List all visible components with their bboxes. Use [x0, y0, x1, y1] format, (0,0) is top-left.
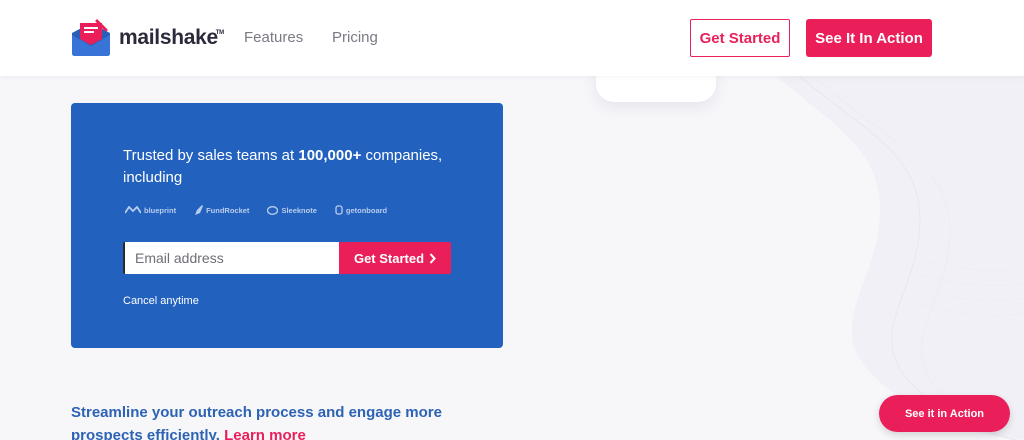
nav-features-link[interactable]: Features: [244, 29, 303, 46]
header-see-it-in-action-button[interactable]: See It In Action: [806, 19, 932, 57]
partner-logos: blueprint FundRocket Sleeknote getonboar…: [125, 203, 387, 217]
nav-pricing-link[interactable]: Pricing: [332, 29, 378, 46]
partner-logo-sleeknote: Sleeknote: [267, 205, 317, 215]
logo[interactable]: mailshake TM: [70, 18, 224, 58]
partner-logo-getonboard: getonboard: [335, 205, 387, 215]
cancel-anytime-text: Cancel anytime: [123, 295, 199, 307]
blueprint-icon: [125, 205, 141, 213]
getonboard-icon: [335, 205, 343, 215]
tagline: Streamline your outreach process and eng…: [71, 401, 491, 440]
signup-get-started-button[interactable]: Get Started: [339, 242, 451, 274]
partner-logo-fundrocket: FundRocket: [194, 204, 249, 216]
signup-button-label: Get Started: [353, 250, 425, 266]
header-get-started-button[interactable]: Get Started: [690, 19, 790, 57]
background-swoop: [760, 60, 1024, 440]
mailshake-envelope-icon: [72, 19, 110, 56]
hero-trust-text: Trusted by sales teams at 100,000+ compa…: [123, 147, 443, 186]
floating-see-it-in-action-button[interactable]: See it in Action: [879, 395, 1010, 432]
chevron-right-icon: [429, 252, 436, 264]
learn-more-link[interactable]: Learn more: [224, 427, 306, 440]
rocket-icon: [195, 204, 204, 215]
email-input[interactable]: [123, 242, 339, 274]
logo-text: mailshake TM: [119, 26, 224, 49]
signup-form: Get Started: [123, 242, 451, 274]
sleeknote-icon: [267, 205, 279, 215]
hero-company-count: 100,000+: [298, 147, 362, 164]
hero-card: Trusted by sales teams at 100,000+ compa…: [71, 103, 503, 348]
site-header: mailshake TM Features Pricing Get Started…: [0, 0, 1024, 76]
partner-logo-blueprint: blueprint: [125, 205, 176, 215]
logo-trademark: TM: [215, 30, 224, 36]
